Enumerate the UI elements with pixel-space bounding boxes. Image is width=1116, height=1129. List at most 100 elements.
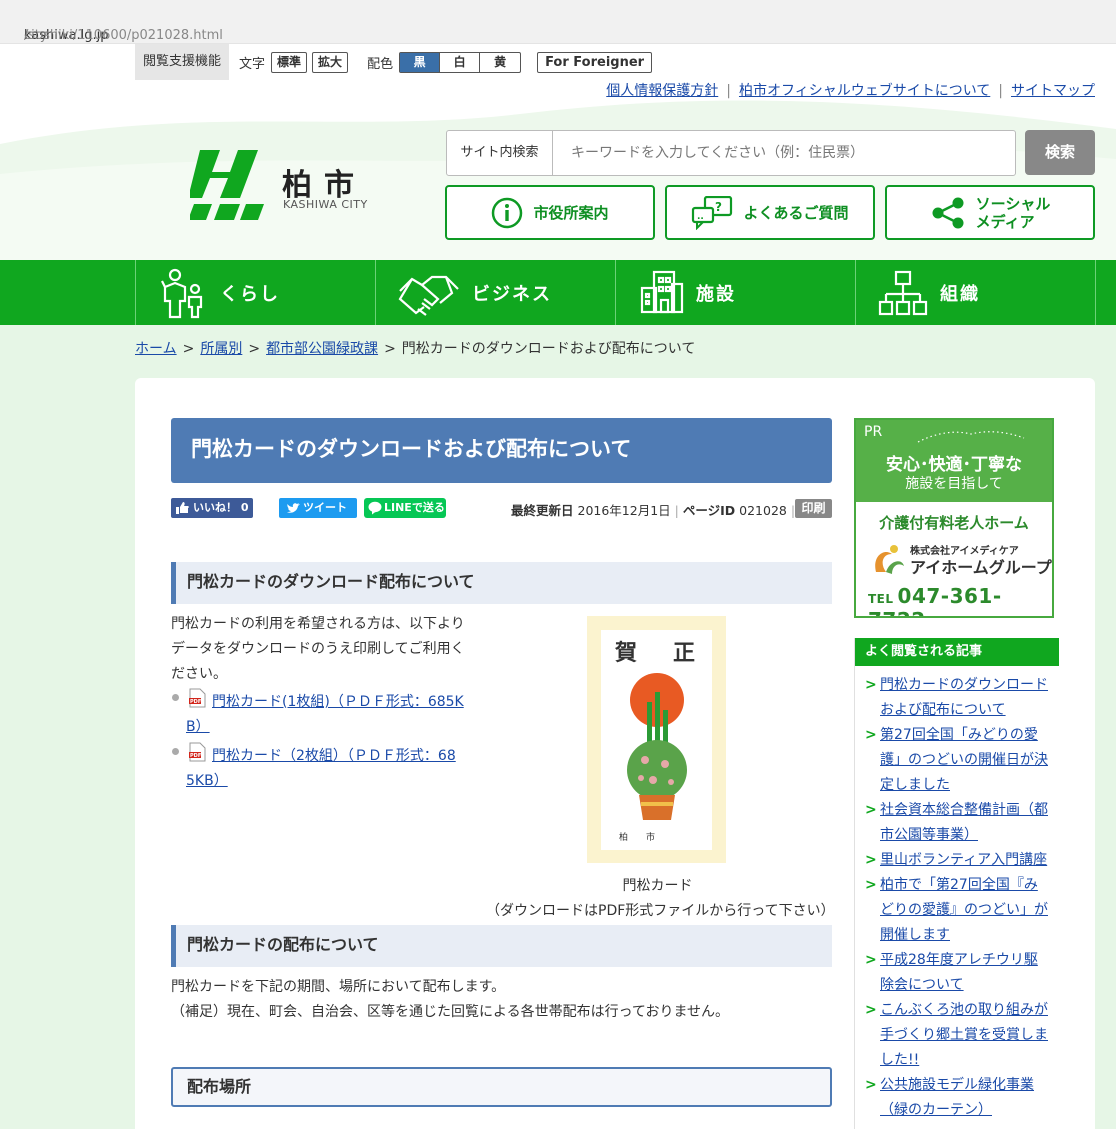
privacy-policy-link[interactable]: 個人情報保護方針 [606, 83, 718, 99]
color-white-button[interactable]: 白 [440, 52, 481, 72]
accessibility-label: 閲覧支援機能 [135, 44, 230, 80]
pr-line1: 安心･快適･丁寧な [886, 455, 1022, 475]
card-caption: 門松カード （ダウンロードはPDF形式ファイルから行って下さい） [486, 878, 835, 919]
popular-link-3[interactable]: 社会資本総合整備計画（都市公園等事業） [880, 802, 1048, 843]
nav-organization[interactable]: 組織 [855, 260, 1096, 325]
popular-link-7[interactable]: こんぶくろ池の取り組みが手づくり郷土賞を受賞しました!! [880, 1002, 1048, 1068]
nav-organization-label: 組織 [940, 283, 980, 305]
about-site-link[interactable]: 柏市オフィシャルウェブサイトについて [739, 83, 990, 99]
faq-label: よくあるご質問 [743, 204, 849, 222]
list-item: > 社会資本総合整備計画（都市公園等事業） [865, 802, 1048, 843]
list-item: > 柏市で「第27回全国『みどりの愛護』のつどい」が開催します [865, 877, 1048, 943]
city-hall-guide-label: 市役所案内 [533, 204, 609, 222]
color-scheme-label: 配色 [367, 56, 394, 72]
line-share-button[interactable]: LINEで送る [364, 498, 446, 518]
thumbs-up-icon [176, 502, 189, 514]
faq-button[interactable]: ?.. よくあるご質問 [665, 185, 875, 240]
text-size-label: 文字 [239, 56, 266, 72]
list-item: > 平成28年度アレチウリ駆除会について [865, 952, 1038, 993]
text-large-button[interactable]: 拡大 [312, 51, 349, 73]
sitemap-link[interactable]: サイトマップ [1011, 83, 1095, 99]
svg-text:?: ? [715, 200, 722, 214]
popular-heading: よく閲覧される記事 [855, 638, 1059, 666]
color-yellow-button[interactable]: 黄 [480, 53, 520, 72]
nav-facilities-label: 施設 [696, 283, 736, 305]
nav-business-label: ビジネス [472, 283, 552, 305]
pdf-icon: PDF [189, 742, 206, 762]
distribution-text: 門松カードを下記の期間、場所において配布します。 （補足）現在、町会、自治会、区等… [171, 979, 730, 1020]
pr-label: PR [864, 424, 883, 440]
last-updated: 2016年12月1日 [577, 503, 671, 518]
svg-text:賀: 賀 [614, 640, 637, 666]
popular-link-5[interactable]: 柏市で「第27回全国『みどりの愛護』のつどい」が開催します [880, 877, 1048, 943]
popular-link-2[interactable]: 第27回全国「みどりの愛護」のつどいの開催日が決定しました [880, 727, 1048, 793]
for-foreigner-button[interactable]: For Foreigner [537, 51, 653, 73]
section-download-heading: 門松カードのダウンロード配布について [171, 562, 832, 604]
text-normal-button[interactable]: 標準 [271, 51, 308, 73]
page-meta: 最終更新日 2016年12月1日 | ページID 021028 | [511, 503, 796, 518]
svg-text:正: 正 [673, 640, 695, 666]
breadcrumb-by-dept[interactable]: 所属別 [200, 341, 242, 357]
search-input[interactable] [553, 131, 1015, 175]
kadomatsu-card-image: 賀 正 柏 市 [587, 616, 726, 863]
color-scheme-group: 黒 白 黄 [399, 51, 522, 73]
social-media-button[interactable]: ソーシャル メディア [885, 185, 1095, 240]
pdf-icon: PDF [189, 688, 206, 708]
download-item-2: PDF 門松カード（2枚組）（ＰＤＦ形式：68 5KB） [171, 742, 471, 794]
family-icon [161, 268, 203, 318]
page-title: 門松カードのダウンロードおよび配布について [171, 418, 832, 483]
color-black-button[interactable]: 黒 [400, 52, 441, 72]
pr-line2: 施設を目指して [905, 476, 1003, 492]
nav-facilities[interactable]: 施設 [615, 260, 855, 325]
pr-company-logo-icon [875, 545, 904, 574]
section-distribution-heading: 門松カードの配布について [171, 925, 832, 967]
line-icon [368, 501, 382, 515]
list-item: > 里山ボランティア入門講座 [865, 852, 1048, 868]
breadcrumb-dept[interactable]: 都市部公園緑政課 [266, 341, 378, 357]
popular-link-4[interactable]: 里山ボランティア入門講座 [880, 852, 1047, 868]
browser-url-bar[interactable]: city. kashiwa.lg.jp/soshiki/110600/p02102… [0, 0, 1116, 44]
social-media-label: ソーシャル メディア [975, 194, 1051, 231]
popular-articles: よく閲覧される記事 > 門松カードのダウンロードおよび配布について > 第27回全国… [854, 638, 1059, 1129]
list-item: > こんぶくろ池の取り組みが手づくり郷土賞を受賞しました!! [865, 1002, 1048, 1068]
distribution-location-heading: 配布場所 [171, 1067, 832, 1107]
search-button[interactable]: 検索 [1025, 130, 1095, 175]
page-id: 021028 [739, 503, 787, 518]
tweet-button[interactable]: ツイート [279, 498, 357, 518]
top-links: 個人情報保護方針 | 柏市オフィシャルウェブサイトについて | サイトマップ [606, 83, 1095, 99]
breadcrumb-current: 門松カードのダウンロードおよび配布について [401, 341, 696, 357]
popular-link-1[interactable]: 門松カードのダウンロードおよび配布について [880, 677, 1048, 718]
share-icon [932, 197, 964, 228]
facebook-like-button[interactable]: いいね！ 0 [171, 498, 253, 518]
faq-speech-icon: ?.. [692, 195, 733, 230]
download-link-2[interactable]: 門松カード（2枚組）（ＰＤＦ形式：68 5KB） [171, 744, 471, 794]
list-item: > 公共施設モデル緑化事業（緑のカーテン） [865, 1077, 1034, 1118]
nav-business[interactable]: ビジネス [375, 260, 615, 325]
pr-group: アイホームグループ [910, 558, 1052, 577]
download-item-1: PDF 門松カード(1枚組)（ＰＤＦ形式：685K B） [171, 688, 471, 740]
handshake-icon [398, 275, 459, 316]
pr-tel: TEL047-361-7722 [868, 584, 1002, 616]
download-intro-text: 門松カードの利用を希望される方は、以下より データをダウンロードのうえ印刷してご利… [171, 616, 465, 682]
popular-link-6[interactable]: 平成28年度アレチウリ駆除会について [880, 952, 1038, 993]
nav-living-label: くらし [220, 283, 280, 305]
global-nav: くらし ビジネス 施設 組織 [0, 260, 1116, 325]
svg-text:PDF: PDF [190, 699, 201, 705]
popular-link-8[interactable]: 公共施設モデル緑化事業（緑のカーテン） [880, 1077, 1034, 1118]
pr-banner[interactable]: PR 安心･快適･丁寧な 施設を目指して 介護付有料老人ホーム 株式会社アイメデ… [854, 418, 1054, 618]
city-hall-guide-button[interactable]: 市役所案内 [445, 185, 655, 240]
svg-text:柏 市: 柏 市 [619, 831, 655, 843]
svg-text:..: .. [697, 212, 704, 222]
accessibility-bar: 閲覧支援機能 文字 標準 拡大 配色 黒 白 黄 For Foreigner [135, 44, 653, 80]
pr-care-home: 介護付有料老人ホーム [879, 514, 1029, 532]
nav-living[interactable]: くらし [135, 260, 375, 325]
breadcrumb-home[interactable]: ホーム [135, 341, 177, 357]
building-icon [640, 270, 684, 313]
download-link-1[interactable]: 門松カード(1枚組)（ＰＤＦ形式：685K B） [171, 690, 471, 740]
list-item: > 第27回全国「みどりの愛護」のつどいの開催日が決定しました [865, 727, 1048, 793]
city-name-en: KASHIWA CITY [283, 198, 368, 211]
pr-dots-decoration [917, 431, 1025, 443]
list-item: > 門松カードのダウンロードおよび配布について [865, 677, 1048, 718]
twitter-bird-icon [287, 503, 300, 513]
print-button[interactable]: 印刷 [795, 499, 832, 518]
